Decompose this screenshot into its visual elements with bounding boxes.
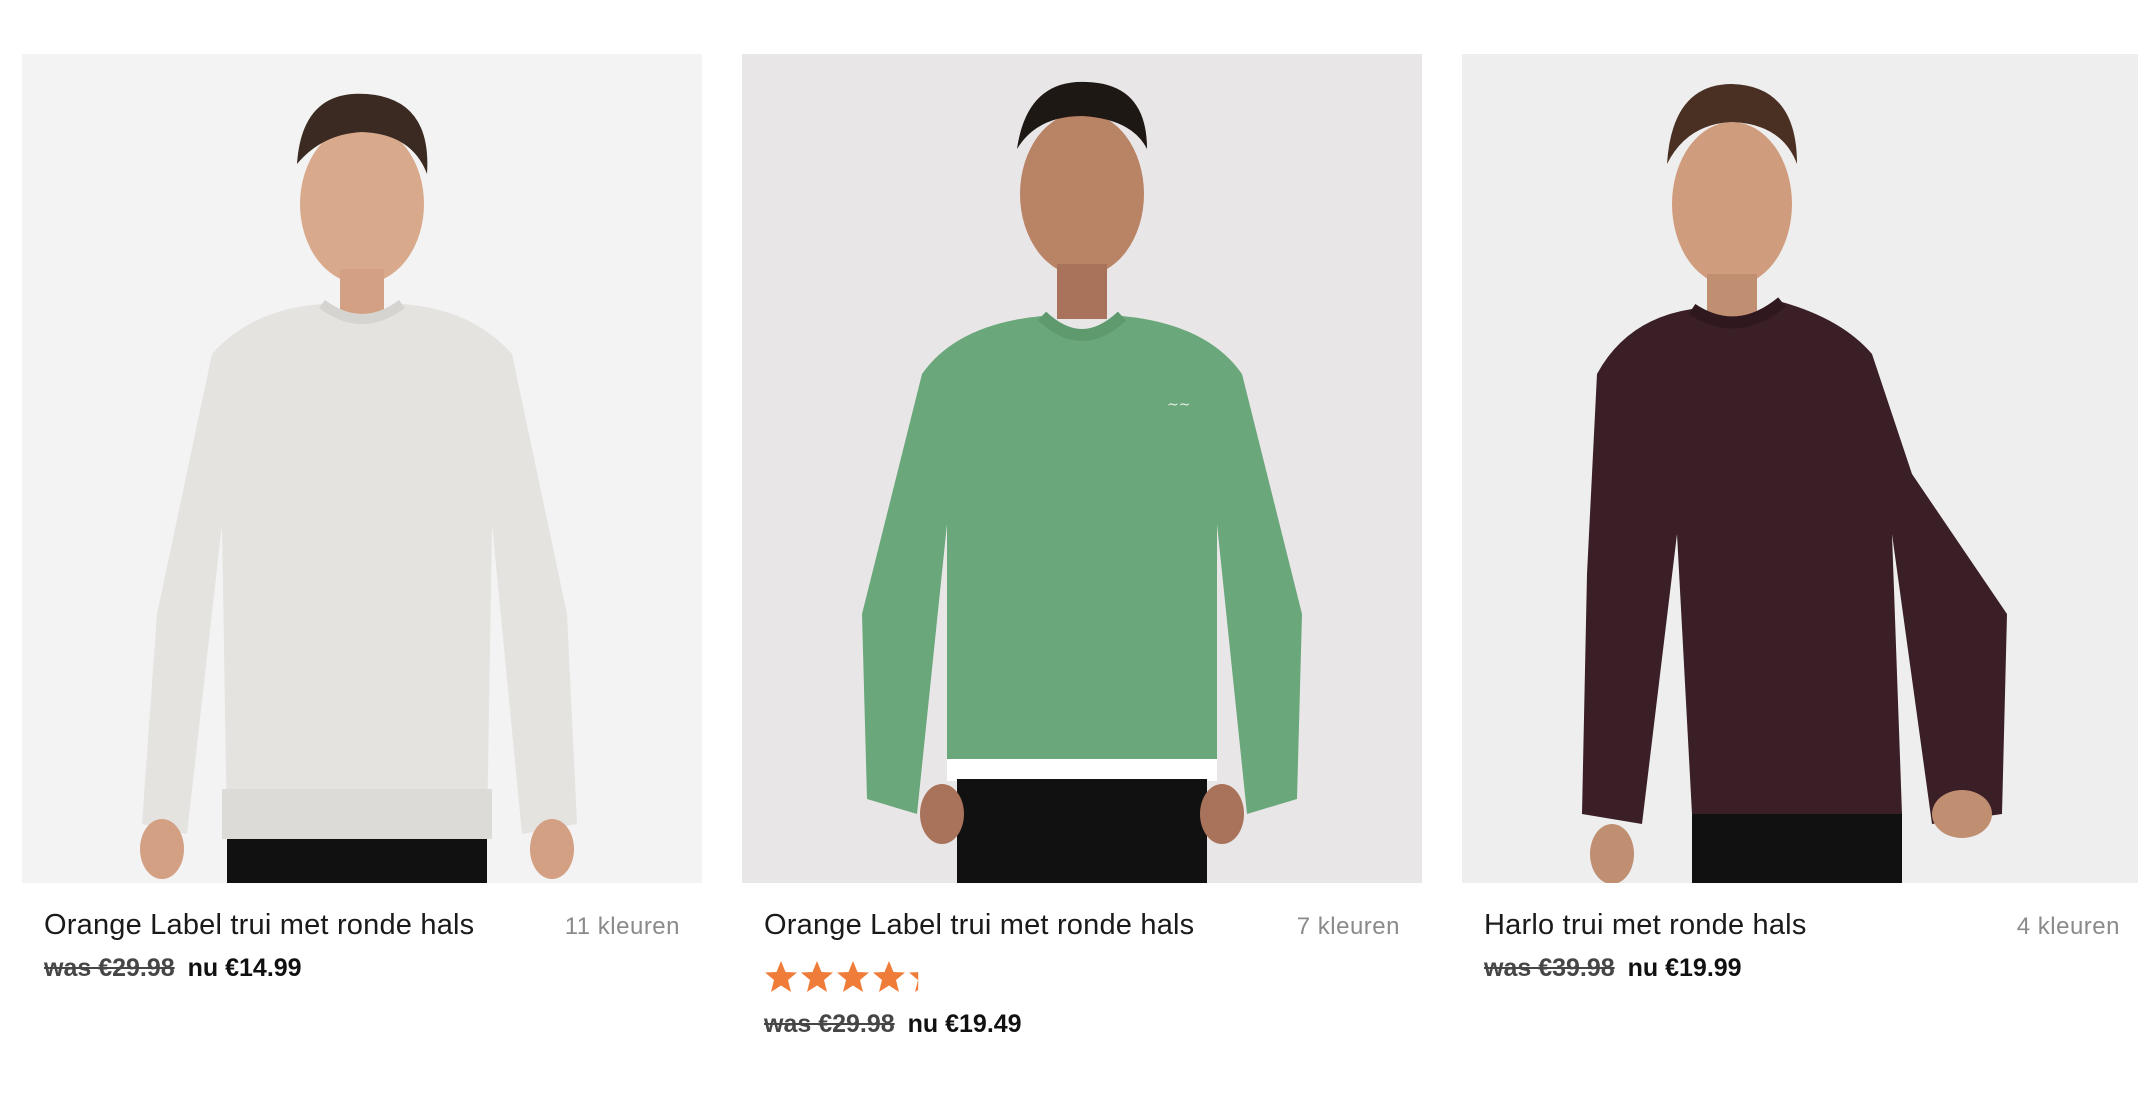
price-was: was €29.98 <box>764 1010 895 1038</box>
product-info: Orange Label trui met ronde hals 7 kleur… <box>742 909 1422 1109</box>
price: was €29.98 nu €14.99 <box>44 954 680 983</box>
product-photo-green-sweater: ~~ <box>742 54 1422 883</box>
price-now: nu €14.99 <box>187 954 302 982</box>
product-image[interactable] <box>1462 54 2138 883</box>
product-name[interactable]: Orange Label trui met ronde hals <box>764 909 1194 942</box>
svg-text:~~: ~~ <box>1167 397 1190 413</box>
price-now: nu €19.49 <box>907 1010 1022 1038</box>
title-row: Orange Label trui met ronde hals 11 kleu… <box>44 909 680 942</box>
price: was €39.98 nu €19.99 <box>1484 954 2120 983</box>
colour-count[interactable]: 11 kleuren <box>565 913 680 941</box>
star-icon <box>873 961 905 992</box>
price: was €29.98 nu €19.49 <box>764 1010 1400 1039</box>
product-info: Orange Label trui met ronde hals 11 kleu… <box>22 909 702 1109</box>
title-row: Harlo trui met ronde hals 4 kleuren <box>1484 909 2120 942</box>
product-grid: Orange Label trui met ronde hals 11 kleu… <box>22 54 2138 1109</box>
product-name[interactable]: Orange Label trui met ronde hals <box>44 909 474 942</box>
star-rating[interactable] <box>764 960 1400 994</box>
star-icon <box>837 961 869 992</box>
product-image[interactable] <box>22 54 702 883</box>
product-image[interactable]: ~~ <box>742 54 1422 883</box>
star-icon <box>909 972 919 992</box>
price-was: was €39.98 <box>1484 954 1615 982</box>
price-now: nu €19.99 <box>1627 954 1742 982</box>
title-row: Orange Label trui met ronde hals 7 kleur… <box>764 909 1400 942</box>
colour-count[interactable]: 4 kleuren <box>2017 913 2120 941</box>
product-card[interactable]: Orange Label trui met ronde hals 11 kleu… <box>22 54 702 1109</box>
star-icon <box>765 961 797 992</box>
product-card[interactable]: ~~ Orange Label trui met ronde hals 7 kl… <box>742 54 1422 1109</box>
product-photo-burgundy-sweater <box>1462 54 2138 883</box>
product-name[interactable]: Harlo trui met ronde hals <box>1484 909 1807 942</box>
product-card[interactable]: Harlo trui met ronde hals 4 kleuren was … <box>1462 54 2138 1109</box>
product-photo-grey-sweater <box>22 54 702 883</box>
product-info: Harlo trui met ronde hals 4 kleuren was … <box>1462 909 2138 1109</box>
price-was: was €29.98 <box>44 954 175 982</box>
colour-count[interactable]: 7 kleuren <box>1297 913 1400 941</box>
star-icon <box>801 961 833 992</box>
